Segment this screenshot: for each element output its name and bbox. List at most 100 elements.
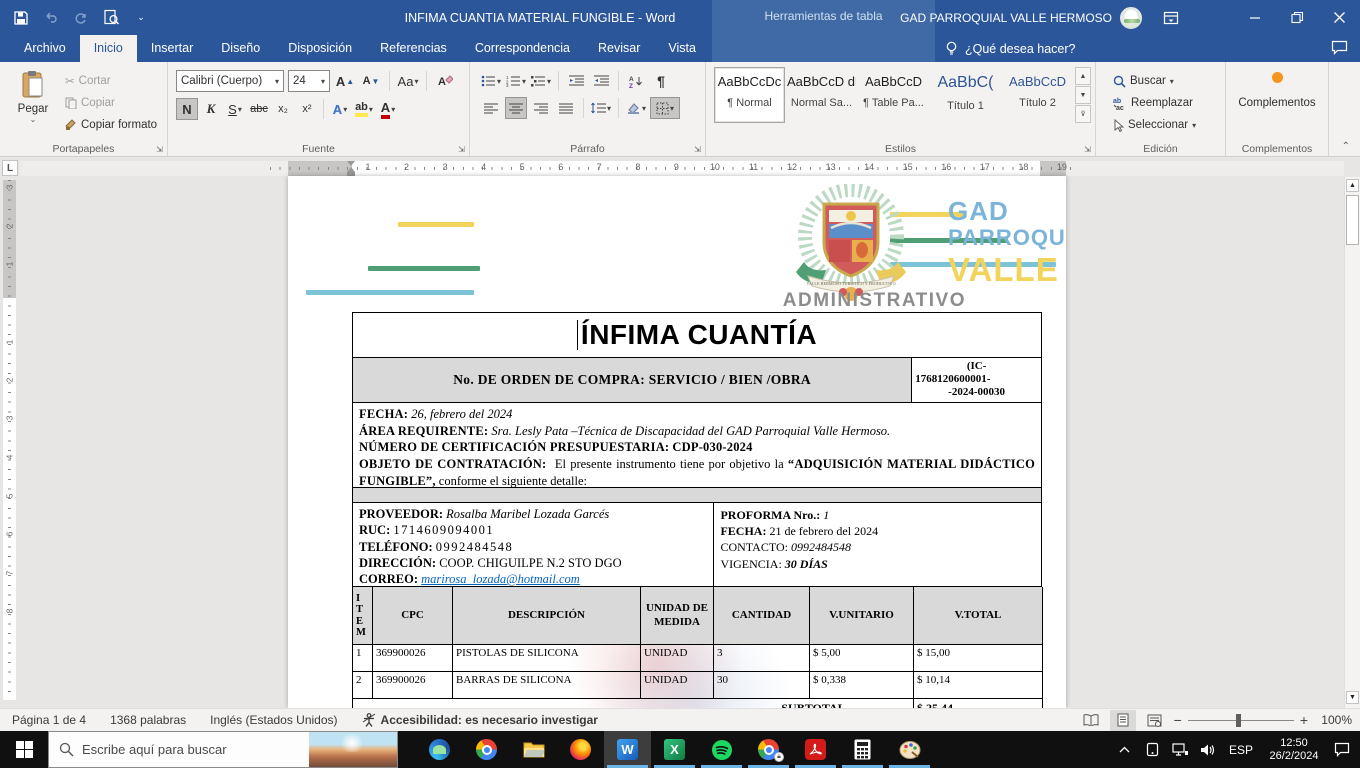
paste-dropdown-arrow[interactable]: ⌄ bbox=[10, 115, 56, 124]
page-indicator[interactable]: Página 1 de 4 bbox=[0, 713, 98, 727]
styles-scroll-down[interactable]: ▼ bbox=[1075, 86, 1091, 104]
tab-correspondencia[interactable]: Correspondencia bbox=[461, 35, 584, 62]
align-left-button[interactable] bbox=[480, 97, 502, 119]
grow-font-button[interactable]: A▲ bbox=[334, 70, 356, 92]
sort-button[interactable]: AZ bbox=[625, 70, 647, 92]
document-page[interactable]: VALLE HERMOSO TURISTICO Y PRODUCTIVO GAD… bbox=[288, 176, 1066, 708]
items-cell-r0-c1[interactable]: 369900026 bbox=[373, 645, 453, 672]
subscript-button[interactable]: x₂ bbox=[272, 98, 294, 120]
styles-scroll-up[interactable]: ▲ bbox=[1075, 67, 1091, 85]
justify-button[interactable] bbox=[555, 97, 577, 119]
underline-button[interactable]: S▾ bbox=[224, 98, 246, 120]
styles-dialog-launcher[interactable]: ⇲ bbox=[1082, 143, 1093, 154]
replace-button[interactable]: abac Reemplazar bbox=[1110, 92, 1199, 114]
align-center-button[interactable] bbox=[505, 97, 527, 119]
items-cell-r1-c0[interactable]: 2 bbox=[353, 672, 373, 699]
scroll-down-button[interactable]: ▼ bbox=[1346, 691, 1359, 704]
style-card-4[interactable]: AaBbCcDTítulo 2 bbox=[1002, 67, 1073, 123]
style-card-0[interactable]: AaBbCcDc¶ Normal bbox=[714, 67, 785, 123]
taskbar-edge-icon[interactable] bbox=[416, 731, 463, 768]
align-right-button[interactable] bbox=[530, 97, 552, 119]
change-case-button[interactable]: Aa▾ bbox=[397, 70, 419, 92]
tab-insertar[interactable]: Insertar bbox=[137, 35, 207, 62]
styles-gallery-more[interactable]: ⊽ bbox=[1075, 105, 1091, 123]
tell-me-box[interactable]: ¿Qué desea hacer? bbox=[945, 35, 1076, 62]
cut-button[interactable]: ✂Cortar bbox=[62, 70, 160, 92]
text-effects-button[interactable]: A▾ bbox=[329, 98, 351, 120]
zoom-slider-thumb[interactable] bbox=[1236, 714, 1241, 727]
items-cell-r1-c5[interactable]: $ 0,338 bbox=[810, 672, 914, 699]
redo-icon[interactable] bbox=[68, 5, 94, 31]
tab-vista[interactable]: Vista bbox=[654, 35, 710, 62]
line-spacing-button[interactable]: ▾ bbox=[590, 97, 612, 119]
taskbar-search-input[interactable]: Escribe aquí para buscar bbox=[48, 731, 398, 768]
read-mode-button[interactable] bbox=[1078, 710, 1104, 731]
numbered-list-button[interactable]: 123▾ bbox=[505, 70, 527, 92]
document-table[interactable]: ÍNFIMA CUANTÍA No. DE ORDEN DE COMPRA: S… bbox=[352, 312, 1042, 708]
language-indicator[interactable]: Inglés (Estados Unidos) bbox=[198, 713, 349, 727]
vertical-scrollbar[interactable]: ▲ ▼ bbox=[1344, 177, 1360, 708]
word-count[interactable]: 1368 palabras bbox=[98, 713, 198, 727]
font-dialog-launcher[interactable]: ⇲ bbox=[456, 143, 467, 154]
tray-chevron-up-icon[interactable] bbox=[1112, 731, 1136, 768]
tray-clock[interactable]: 12:50 26/2/2024 bbox=[1262, 737, 1326, 763]
tab-referencias[interactable]: Referencias bbox=[366, 35, 461, 62]
select-button[interactable]: Seleccionar▾ bbox=[1110, 114, 1199, 136]
tab-revisar[interactable]: Revisar bbox=[584, 35, 654, 62]
multilevel-list-button[interactable]: ▾ bbox=[530, 70, 552, 92]
start-button[interactable] bbox=[0, 731, 48, 768]
items-cell-r1-c1[interactable]: 369900026 bbox=[373, 672, 453, 699]
shrink-font-button[interactable]: A▼ bbox=[360, 70, 382, 92]
print-preview-icon[interactable] bbox=[98, 5, 124, 31]
avatar[interactable] bbox=[1120, 7, 1142, 29]
tray-volume-icon[interactable] bbox=[1196, 731, 1220, 768]
items-cell-r1-c4[interactable]: 30 bbox=[714, 672, 810, 699]
items-cell-r0-c0[interactable]: 1 bbox=[353, 645, 373, 672]
tab-stop-selector[interactable]: L bbox=[2, 160, 18, 176]
account-area[interactable]: GAD PARROQUIAL VALLE HERMOSO bbox=[900, 0, 1142, 35]
format-painter-button[interactable]: Copiar formato bbox=[62, 114, 160, 136]
show-paragraph-marks-button[interactable]: ¶ bbox=[650, 70, 672, 92]
ribbon-display-options-icon[interactable] bbox=[1150, 0, 1192, 35]
increase-indent-button[interactable] bbox=[590, 70, 612, 92]
undo-icon[interactable] bbox=[38, 5, 64, 31]
taskbar-paint-icon[interactable] bbox=[886, 731, 933, 768]
restore-button[interactable] bbox=[1276, 0, 1318, 35]
borders-button[interactable]: ▾ bbox=[650, 97, 680, 119]
items-cell-r0-c5[interactable]: $ 5,00 bbox=[810, 645, 914, 672]
clipboard-dialog-launcher[interactable]: ⇲ bbox=[154, 143, 165, 154]
indent-marker[interactable] bbox=[346, 161, 355, 176]
style-card-2[interactable]: AaBbCcD¶ Table Pa... bbox=[858, 67, 929, 123]
font-name-combobox[interactable]: Calibri (Cuerpo)▾ bbox=[176, 70, 284, 92]
decrease-indent-button[interactable] bbox=[565, 70, 587, 92]
copy-button[interactable]: Copiar bbox=[62, 92, 160, 114]
taskbar-file-explorer-icon[interactable] bbox=[510, 731, 557, 768]
style-card-3[interactable]: AaBbC(Título 1 bbox=[930, 67, 1001, 123]
close-button[interactable] bbox=[1318, 0, 1360, 35]
find-button[interactable]: Buscar▾ bbox=[1110, 70, 1199, 92]
taskbar-chrome-profile-icon[interactable]: 🔒︎ bbox=[745, 731, 792, 768]
shading-button[interactable]: ▾ bbox=[625, 97, 647, 119]
superscript-button[interactable]: x² bbox=[296, 98, 318, 120]
action-center-icon[interactable] bbox=[1330, 731, 1354, 768]
taskbar-firefox-icon[interactable] bbox=[557, 731, 604, 768]
print-layout-button[interactable] bbox=[1110, 710, 1136, 731]
clear-formatting-button[interactable]: A bbox=[434, 70, 456, 92]
items-cell-r0-c2[interactable]: PISTOLAS DE SILICONA bbox=[453, 645, 641, 672]
font-size-combobox[interactable]: 24▾ bbox=[288, 70, 330, 92]
tab-disposicion[interactable]: Disposición bbox=[274, 35, 366, 62]
strikethrough-button[interactable]: abc bbox=[248, 98, 270, 120]
email-link[interactable]: marirosa_lozada@hotmail.com bbox=[421, 572, 580, 586]
addins-button[interactable]: Complementos bbox=[1226, 72, 1328, 109]
zoom-slider[interactable] bbox=[1188, 710, 1294, 731]
taskbar-spotify-icon[interactable] bbox=[698, 731, 745, 768]
tab-inicio[interactable]: Inicio bbox=[80, 35, 137, 62]
zoom-level[interactable]: 100% bbox=[1314, 713, 1352, 727]
taskbar-calculator-icon[interactable] bbox=[839, 731, 886, 768]
customize-qat-icon[interactable]: ⌄ bbox=[128, 5, 154, 31]
scroll-up-button[interactable]: ▲ bbox=[1346, 179, 1359, 192]
items-cell-r1-c3[interactable]: UNIDAD bbox=[641, 672, 714, 699]
bullet-list-button[interactable]: ▾ bbox=[480, 70, 502, 92]
items-cell-r0-c4[interactable]: 3 bbox=[714, 645, 810, 672]
minimize-button[interactable] bbox=[1234, 0, 1276, 35]
